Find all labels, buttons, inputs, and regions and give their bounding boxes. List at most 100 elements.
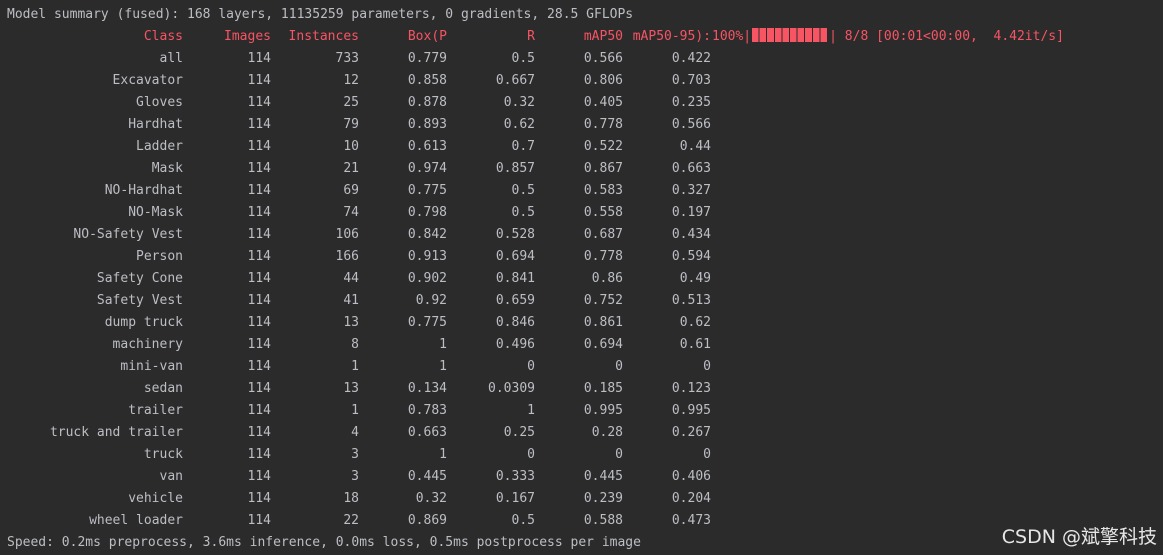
cell-instances: 21 (343, 161, 359, 176)
cell-images: 114 (247, 205, 271, 220)
cell-class: van (159, 469, 183, 484)
cell-map50-95: 0.594 (671, 249, 711, 264)
cell-map50-95: 0.566 (671, 117, 711, 132)
cell-box-p: 0.613 (407, 139, 447, 154)
table-row: vehicle 114 18 0.32 0.167 0.239 0.204 (7, 488, 1157, 510)
cell-r: 0.496 (495, 337, 535, 352)
cell-class: NO-Hardhat (104, 183, 183, 198)
cell-box-p: 0.32 (415, 491, 447, 506)
cell-box-p: 0.913 (407, 249, 447, 264)
cell-box-p: 0.798 (407, 205, 447, 220)
cell-class: all (159, 51, 183, 66)
cell-map50: 0.558 (583, 205, 623, 220)
cell-images: 114 (247, 315, 271, 330)
cell-r: 0.528 (495, 227, 535, 242)
cell-r: 0.5 (511, 205, 535, 220)
cell-instances: 13 (343, 381, 359, 396)
cell-map50: 0 (615, 447, 623, 462)
table-row: truck 114 3 1 0 0 0 (7, 444, 1157, 466)
header-r: R (527, 29, 535, 44)
cell-images: 114 (247, 381, 271, 396)
cell-images: 114 (247, 227, 271, 242)
cell-map50: 0.752 (583, 293, 623, 308)
table-row: wheel loader 114 22 0.869 0.5 0.588 0.473 (7, 510, 1157, 532)
cell-r: 0.846 (495, 315, 535, 330)
table-row: Gloves 114 25 0.878 0.32 0.405 0.235 (7, 92, 1157, 114)
progress-percent: 100%| (712, 29, 752, 44)
cell-instances: 69 (343, 183, 359, 198)
cell-instances: 3 (351, 469, 359, 484)
cell-images: 114 (247, 139, 271, 154)
cell-instances: 13 (343, 315, 359, 330)
table-row: dump truck 114 13 0.775 0.846 0.861 0.62 (7, 312, 1157, 334)
speed-line: Speed: 0.2ms preprocess, 3.6ms inference… (7, 535, 641, 550)
cell-class: Safety Cone (96, 271, 183, 286)
table-row: truck and trailer 114 4 0.663 0.25 0.28 0.267 (7, 422, 1157, 444)
cell-class: NO-Safety Vest (73, 227, 183, 242)
cell-box-p: 1 (439, 359, 447, 374)
cell-r: 0.7 (511, 139, 535, 154)
cell-map50: 0.185 (583, 381, 623, 396)
cell-r: 0 (527, 359, 535, 374)
cell-box-p: 0.134 (407, 381, 447, 396)
cell-r: 0.0309 (488, 381, 535, 396)
cell-class: Person (136, 249, 183, 264)
cell-images: 114 (247, 469, 271, 484)
cell-instances: 10 (343, 139, 359, 154)
table-row: Excavator 114 12 0.858 0.667 0.806 0.703 (7, 70, 1157, 92)
header-map50: mAP50 (583, 29, 623, 44)
cell-map50-95: 0 (703, 359, 711, 374)
table-row: sedan 114 13 0.134 0.0309 0.185 0.123 (7, 378, 1157, 400)
header-map50-95: mAP50-95): (632, 29, 711, 44)
cell-box-p: 0.869 (407, 513, 447, 528)
cell-r: 0.5 (511, 183, 535, 198)
cell-images: 114 (247, 491, 271, 506)
cell-map50-95: 0.995 (671, 403, 711, 418)
cell-map50-95: 0.513 (671, 293, 711, 308)
table-row: Safety Vest 114 41 0.92 0.659 0.752 0.513 (7, 290, 1157, 312)
table-row: trailer 114 1 0.783 1 0.995 0.995 (7, 400, 1157, 422)
cell-map50-95: 0 (703, 447, 711, 462)
cell-class: Safety Vest (96, 293, 183, 308)
cell-map50: 0 (615, 359, 623, 374)
cell-r: 0.167 (495, 491, 535, 506)
cell-images: 114 (247, 425, 271, 440)
table-row: van 114 3 0.445 0.333 0.445 0.406 (7, 466, 1157, 488)
cell-images: 114 (247, 117, 271, 132)
cell-map50: 0.566 (583, 51, 623, 66)
cell-class: truck and trailer (49, 425, 183, 440)
cell-map50: 0.687 (583, 227, 623, 242)
cell-map50-95: 0.327 (671, 183, 711, 198)
cell-r: 1 (527, 403, 535, 418)
cell-class: Ladder (136, 139, 183, 154)
header-box-p: Box(P (407, 29, 447, 44)
cell-map50-95: 0.422 (671, 51, 711, 66)
cell-class: machinery (112, 337, 183, 352)
cell-class: Gloves (136, 95, 183, 110)
cell-class: NO-Mask (128, 205, 183, 220)
cell-images: 114 (247, 73, 271, 88)
cell-map50: 0.995 (583, 403, 623, 418)
cell-r: 0.694 (495, 249, 535, 264)
table-row: NO-Hardhat 114 69 0.775 0.5 0.583 0.327 (7, 180, 1157, 202)
cell-r: 0.333 (495, 469, 535, 484)
cell-map50: 0.694 (583, 337, 623, 352)
cell-instances: 166 (335, 249, 359, 264)
cell-map50: 0.522 (583, 139, 623, 154)
cell-class: Excavator (112, 73, 183, 88)
cell-images: 114 (247, 95, 271, 110)
cell-images: 114 (247, 337, 271, 352)
cell-map50: 0.445 (583, 469, 623, 484)
cell-map50: 0.806 (583, 73, 623, 88)
table-row: Safety Cone 114 44 0.902 0.841 0.86 0.49 (7, 268, 1157, 290)
cell-instances: 106 (335, 227, 359, 242)
cell-instances: 8 (351, 337, 359, 352)
cell-box-p: 0.445 (407, 469, 447, 484)
table-row: NO-Mask 114 74 0.798 0.5 0.558 0.197 (7, 202, 1157, 224)
cell-box-p: 0.775 (407, 315, 447, 330)
cell-images: 114 (247, 359, 271, 374)
cell-map50: 0.583 (583, 183, 623, 198)
cell-instances: 74 (343, 205, 359, 220)
cell-map50-95: 0.204 (671, 491, 711, 506)
table-row: NO-Safety Vest 114 106 0.842 0.528 0.687 0.434 (7, 224, 1157, 246)
